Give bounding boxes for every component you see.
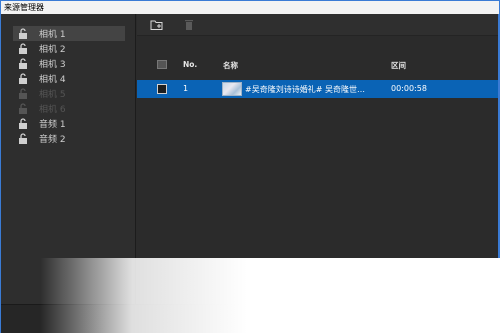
- sidebar-item-label: 音频 1: [39, 120, 66, 130]
- row-checkbox[interactable]: [157, 84, 167, 94]
- sidebar-item-label: 相机 1: [39, 30, 66, 40]
- sidebar-item-label: 相机 4: [39, 75, 66, 85]
- sidebar-item-camera-5: 相机 5: [13, 86, 125, 101]
- row-range: 00:00:58: [391, 84, 427, 93]
- source-sidebar: 相机 1 相机 2 相机 3 相机 4 相机 5 相机 6 音频 1 音频 2: [1, 14, 136, 304]
- sidebar-item-label: 相机 5: [39, 90, 66, 100]
- lock-open-icon: [17, 28, 29, 40]
- delete-button[interactable]: [181, 18, 197, 32]
- lock-open-icon: [17, 118, 29, 130]
- column-header-no: No.: [183, 60, 198, 69]
- sidebar-item-label: 相机 2: [39, 45, 66, 55]
- folder-add-icon: [150, 20, 163, 30]
- row-name: #吴奇隆刘诗诗婚礼# 吴奇隆世…: [245, 85, 365, 94]
- sidebar-item-label: 相机 3: [39, 60, 66, 70]
- window-footer: [1, 304, 499, 333]
- source-list-panel: No. 名称 区间 1 #吴奇隆刘诗诗婚礼# 吴奇隆世… 00:00:58: [137, 14, 499, 304]
- trash-icon: [185, 20, 193, 30]
- lock-open-icon: [17, 88, 29, 100]
- add-folder-button[interactable]: [149, 18, 165, 32]
- sidebar-item-camera-2[interactable]: 相机 2: [13, 41, 125, 56]
- sidebar-item-camera-3[interactable]: 相机 3: [13, 56, 125, 71]
- source-manager-window: 来源管理器 相机 1 相机 2 相机 3 相机 4 相机 5 相机 6 音频 1…: [0, 0, 500, 333]
- lock-open-icon: [17, 103, 29, 115]
- sidebar-item-audio-1[interactable]: 音频 1: [13, 116, 125, 131]
- sidebar-item-camera-1[interactable]: 相机 1: [13, 26, 125, 41]
- table-row[interactable]: 1 #吴奇隆刘诗诗婚礼# 吴奇隆世… 00:00:58: [137, 80, 499, 98]
- sidebar-item-label: 音频 2: [39, 135, 66, 145]
- toolbar: [137, 14, 499, 36]
- sidebar-item-camera-6: 相机 6: [13, 101, 125, 116]
- sidebar-item-label: 相机 6: [39, 105, 66, 115]
- select-all-checkbox[interactable]: [157, 60, 167, 69]
- table-header: No. 名称 区间: [137, 56, 499, 72]
- row-number: 1: [183, 84, 189, 93]
- lock-open-icon: [17, 58, 29, 70]
- video-thumbnail: [222, 82, 242, 96]
- window-title: 来源管理器: [1, 1, 499, 14]
- lock-open-icon: [17, 43, 29, 55]
- sidebar-item-audio-2[interactable]: 音频 2: [13, 131, 125, 146]
- column-header-range: 区间: [391, 61, 406, 70]
- column-header-name: 名称: [223, 61, 238, 70]
- sidebar-item-camera-4[interactable]: 相机 4: [13, 71, 125, 86]
- lock-open-icon: [17, 73, 29, 85]
- lock-open-icon: [17, 133, 29, 145]
